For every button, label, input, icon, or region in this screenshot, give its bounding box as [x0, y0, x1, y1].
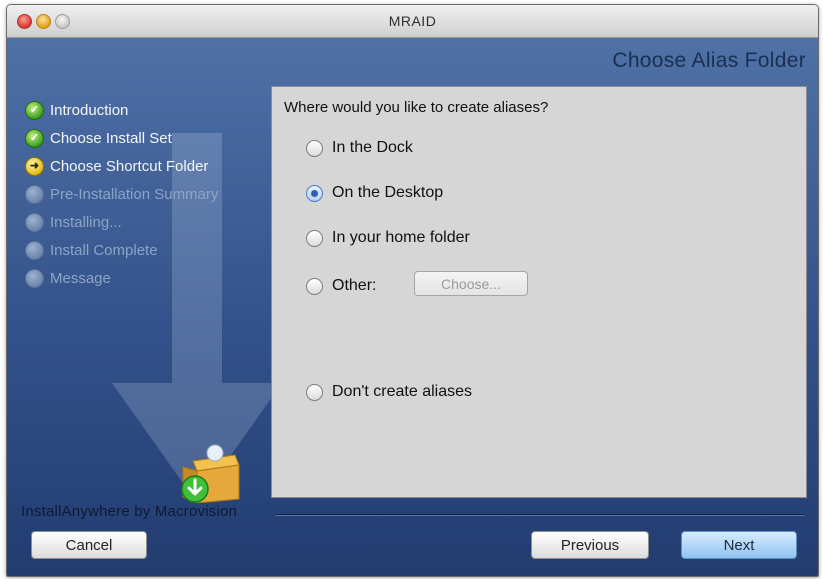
empty-circle-icon	[25, 212, 44, 232]
option-in-your-home-folder[interactable]: In your home folder	[306, 229, 470, 247]
cancel-button[interactable]: Cancel	[31, 531, 147, 559]
installer-window: MRAID Choose Alias Folder ✓ Introduction…	[6, 4, 819, 577]
option-on-the-desktop[interactable]: On the Desktop	[306, 184, 443, 202]
radio-button[interactable]	[306, 139, 323, 157]
step-label: Introduction	[50, 101, 129, 119]
step-installing: Installing...	[25, 208, 218, 236]
empty-circle-icon	[25, 268, 44, 288]
installer-content: Choose Alias Folder ✓ Introduction ✓ Cho…	[7, 38, 818, 576]
option-other[interactable]: Other:	[306, 277, 376, 295]
footer-divider	[275, 514, 805, 516]
step-pre-installation-summary: Pre-Installation Summary	[25, 180, 218, 208]
step-label: Install Complete	[50, 241, 158, 259]
radio-button[interactable]	[306, 383, 323, 401]
step-label: Choose Install Set	[50, 129, 172, 147]
radio-button-selected[interactable]	[306, 184, 323, 202]
option-label: On the Desktop	[332, 184, 444, 201]
option-label: Other:	[332, 277, 377, 294]
step-choose-install-set: ✓ Choose Install Set	[25, 124, 218, 152]
previous-button[interactable]: Previous	[531, 531, 649, 559]
option-dont-create-aliases[interactable]: Don't create aliases	[306, 383, 472, 401]
window-title: MRAID	[388, 13, 437, 29]
empty-circle-icon	[25, 240, 44, 260]
option-label: In your home folder	[332, 229, 470, 246]
radio-button[interactable]	[306, 277, 323, 295]
empty-circle-icon	[25, 184, 44, 204]
step-install-complete: Install Complete	[25, 236, 218, 264]
branding-text: InstallAnywhere by Macrovision	[21, 503, 238, 520]
panel-question: Where would you like to create aliases?	[284, 99, 549, 116]
step-label: Pre-Installation Summary	[50, 185, 219, 203]
check-circle-icon: ✓	[25, 100, 44, 120]
package-install-icon	[181, 444, 240, 503]
option-label: Don't create aliases	[332, 383, 473, 400]
page-heading: Choose Alias Folder	[612, 49, 806, 72]
step-choose-shortcut-folder: ➜ Choose Shortcut Folder	[25, 152, 218, 180]
next-button[interactable]: Next	[681, 531, 797, 559]
steps-list: ✓ Introduction ✓ Choose Install Set ➜ Ch…	[25, 96, 218, 292]
step-label: Installing...	[50, 213, 122, 231]
option-in-the-dock[interactable]: In the Dock	[306, 139, 413, 157]
step-label: Message	[50, 269, 111, 287]
step-introduction: ✓ Introduction	[25, 96, 218, 124]
alias-options-panel: Where would you like to create aliases? …	[271, 86, 807, 498]
title-bar[interactable]: MRAID	[7, 5, 818, 38]
option-label: In the Dock	[332, 139, 413, 156]
step-message: Message	[25, 264, 218, 292]
arrow-right-circle-icon: ➜	[25, 156, 44, 176]
choose-folder-button[interactable]: Choose...	[414, 271, 528, 296]
check-circle-icon: ✓	[25, 128, 44, 148]
step-label: Choose Shortcut Folder	[50, 157, 209, 175]
radio-button[interactable]	[306, 229, 323, 247]
